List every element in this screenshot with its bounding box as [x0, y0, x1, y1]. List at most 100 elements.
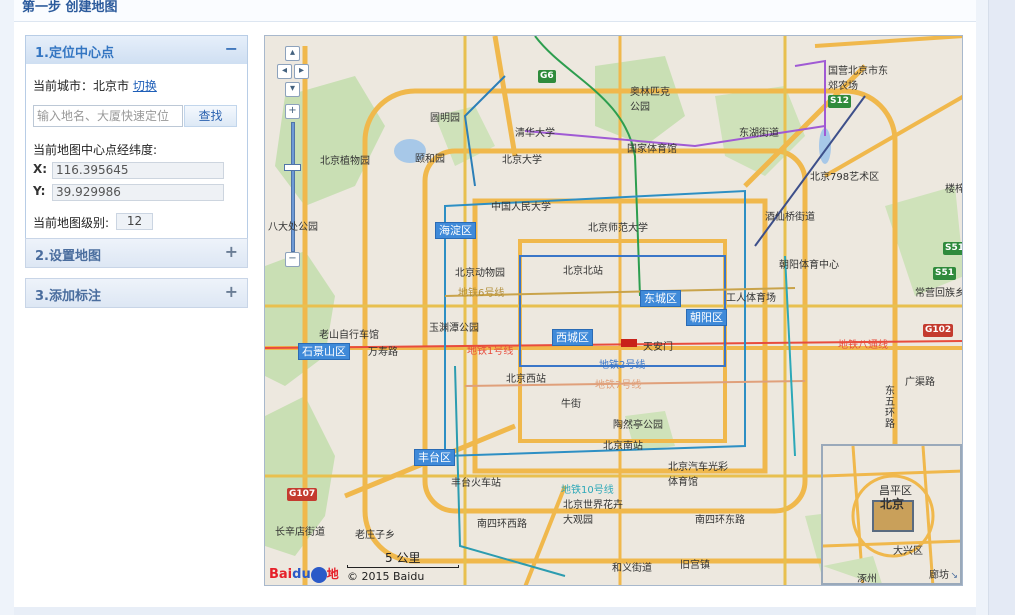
place-label: 陶然亭公园 [613, 420, 663, 431]
district-label[interactable]: 丰台区 [414, 449, 455, 466]
settings-panel-header[interactable]: 2.设置地图 + [26, 239, 247, 267]
settings-title: 2.设置地图 [35, 249, 101, 264]
place-label: 天安门 [643, 342, 673, 353]
pan-left-icon[interactable]: ◂ [277, 64, 292, 79]
zoom-out-icon[interactable]: − [285, 252, 300, 267]
pan-up-icon[interactable]: ▴ [285, 46, 300, 61]
place-label: 和义街道 [612, 563, 652, 574]
place-label: 南四环东路 [695, 515, 745, 526]
place-label: 牛街 [561, 399, 581, 410]
switch-city-link[interactable]: 切换 [133, 79, 157, 93]
place-label: 奥林匹克公园 [630, 87, 670, 113]
settings-panel: 2.设置地图 + [25, 238, 248, 268]
paw-icon [310, 566, 327, 583]
district-label[interactable]: 东城区 [640, 290, 681, 307]
zoom-in-icon[interactable]: + [285, 104, 300, 119]
expand-icon[interactable]: + [225, 242, 238, 261]
x-label: X: [33, 162, 48, 176]
place-label: 老山自行车馆 [319, 330, 379, 341]
place-label: 南四环西路 [477, 519, 527, 530]
place-label: 长辛店街道 [275, 527, 325, 538]
scale-bar [347, 565, 459, 568]
pan-right-icon[interactable]: ▸ [294, 64, 309, 79]
district-label[interactable]: 海淀区 [435, 222, 476, 239]
expand-icon[interactable]: + [225, 282, 238, 301]
overview-label: 大兴区 [893, 546, 923, 557]
place-label: 北京西站 [506, 374, 546, 385]
map-canvas[interactable]: ▴ ◂ ▸ ▾ + − 海淀区 西城区 东城区 朝阳区 石景山区 丰台区 圆明园… [264, 35, 963, 586]
place-label: 北京798艺术区 [810, 172, 880, 183]
metro-label: 地铁1号线 [467, 346, 514, 357]
road-shield: S51 [933, 267, 957, 280]
page-title: 第一步 创建地图 [22, 0, 118, 15]
place-label: 东湖街道 [739, 128, 779, 139]
landmark-icon [621, 339, 637, 347]
overview-label: 北京 [880, 497, 905, 511]
road-shield: G6 [538, 70, 556, 83]
district-label[interactable]: 朝阳区 [686, 309, 727, 326]
pan-down-icon[interactable]: ▾ [285, 82, 300, 97]
place-label: 北京大学 [502, 155, 542, 166]
current-city-value: 北京市 [93, 79, 130, 93]
main-content: 1.定位中心点 − 当前城市：北京市 切换 输入地名、大厦快速定位 查找 当前地… [14, 22, 976, 610]
place-label: 工人体育场 [726, 293, 776, 304]
baidu-logo-text2: du [292, 567, 311, 582]
search-button[interactable]: 查找 [184, 105, 237, 127]
overview-label: 涿州 [857, 574, 877, 585]
place-label: 北京师范大学 [588, 223, 648, 234]
zoom-level-value: 12 [116, 213, 153, 230]
baidu-logo-text: Bai [269, 567, 293, 582]
location-search-input[interactable]: 输入地名、大厦快速定位 [33, 105, 183, 127]
place-label: 朝阳体育中心 [779, 260, 839, 271]
y-label: Y: [33, 184, 46, 198]
page-header: 第一步 创建地图 [14, 0, 976, 22]
place-label: 北京世界花卉大观园 [563, 500, 623, 526]
longitude-field[interactable]: 116.395645 [52, 162, 224, 179]
current-city-label: 当前城市： [33, 79, 94, 93]
district-label[interactable]: 西城区 [552, 329, 593, 346]
zoom-slider-handle[interactable] [284, 164, 301, 171]
markers-panel: 3.添加标注 + [25, 278, 248, 308]
markers-title: 3.添加标注 [35, 289, 101, 304]
collapse-icon[interactable]: − [225, 39, 238, 58]
copyright: © 2015 Baidu [347, 570, 425, 583]
road-shield: S12 [828, 95, 852, 108]
place-label: 北京汽车光彩体育馆 [668, 462, 728, 488]
locate-center-panel: 1.定位中心点 − 当前城市：北京市 切换 输入地名、大厦快速定位 查找 当前地… [25, 35, 248, 258]
metro-label: 地铁10号线 [561, 485, 614, 496]
place-label: 玉渊潭公园 [429, 323, 479, 334]
overview-toggle-icon[interactable]: ↘ [950, 571, 958, 581]
place-label: 北京南站 [603, 441, 643, 452]
markers-panel-header[interactable]: 3.添加标注 + [26, 279, 247, 307]
place-label: 北京植物园 [320, 156, 370, 167]
metro-label: 地铁7号线 [595, 380, 642, 391]
place-label: 丰台火车站 [451, 478, 501, 489]
zoom-level-label: 当前地图级别: [33, 216, 110, 230]
place-label: 东五环路 [885, 386, 895, 430]
overview-label: 廊坊 [929, 570, 949, 581]
latitude-field[interactable]: 39.929986 [52, 184, 224, 201]
place-label: 中国人民大学 [491, 202, 551, 213]
place-label: 广渠路 [905, 377, 935, 388]
place-label: 北京北站 [563, 266, 603, 277]
district-label[interactable]: 石景山区 [298, 343, 350, 360]
road-shield: G107 [287, 488, 318, 501]
locate-center-title: 1.定位中心点 [35, 46, 114, 61]
place-label: 八大处公园 [268, 222, 318, 233]
place-label: 国营北京市东郊农场 [828, 66, 888, 92]
place-label: 楼梓 [945, 184, 963, 195]
current-city-row: 当前城市：北京市 切换 [33, 77, 157, 94]
overview-map-layer [823, 446, 960, 583]
metro-label: 地铁八通线 [838, 340, 888, 351]
zoom-control: ▴ ◂ ▸ ▾ + − [277, 46, 309, 271]
place-label: 万寿路 [368, 347, 398, 358]
place-label: 常营回族乡 [915, 288, 963, 299]
right-scroll-gutter [988, 0, 1015, 615]
road-shield: G102 [923, 324, 954, 337]
place-label: 国家体育馆 [627, 144, 677, 155]
overview-map[interactable]: 昌平区 北京 大兴区 涿州 廊坊 ↘ [821, 444, 962, 585]
locate-center-panel-header[interactable]: 1.定位中心点 − [26, 36, 247, 64]
scale-text: 5 公里 [385, 551, 421, 565]
place-label: 老庄子乡 [355, 530, 395, 541]
place-label: 旧宫镇 [680, 560, 710, 571]
